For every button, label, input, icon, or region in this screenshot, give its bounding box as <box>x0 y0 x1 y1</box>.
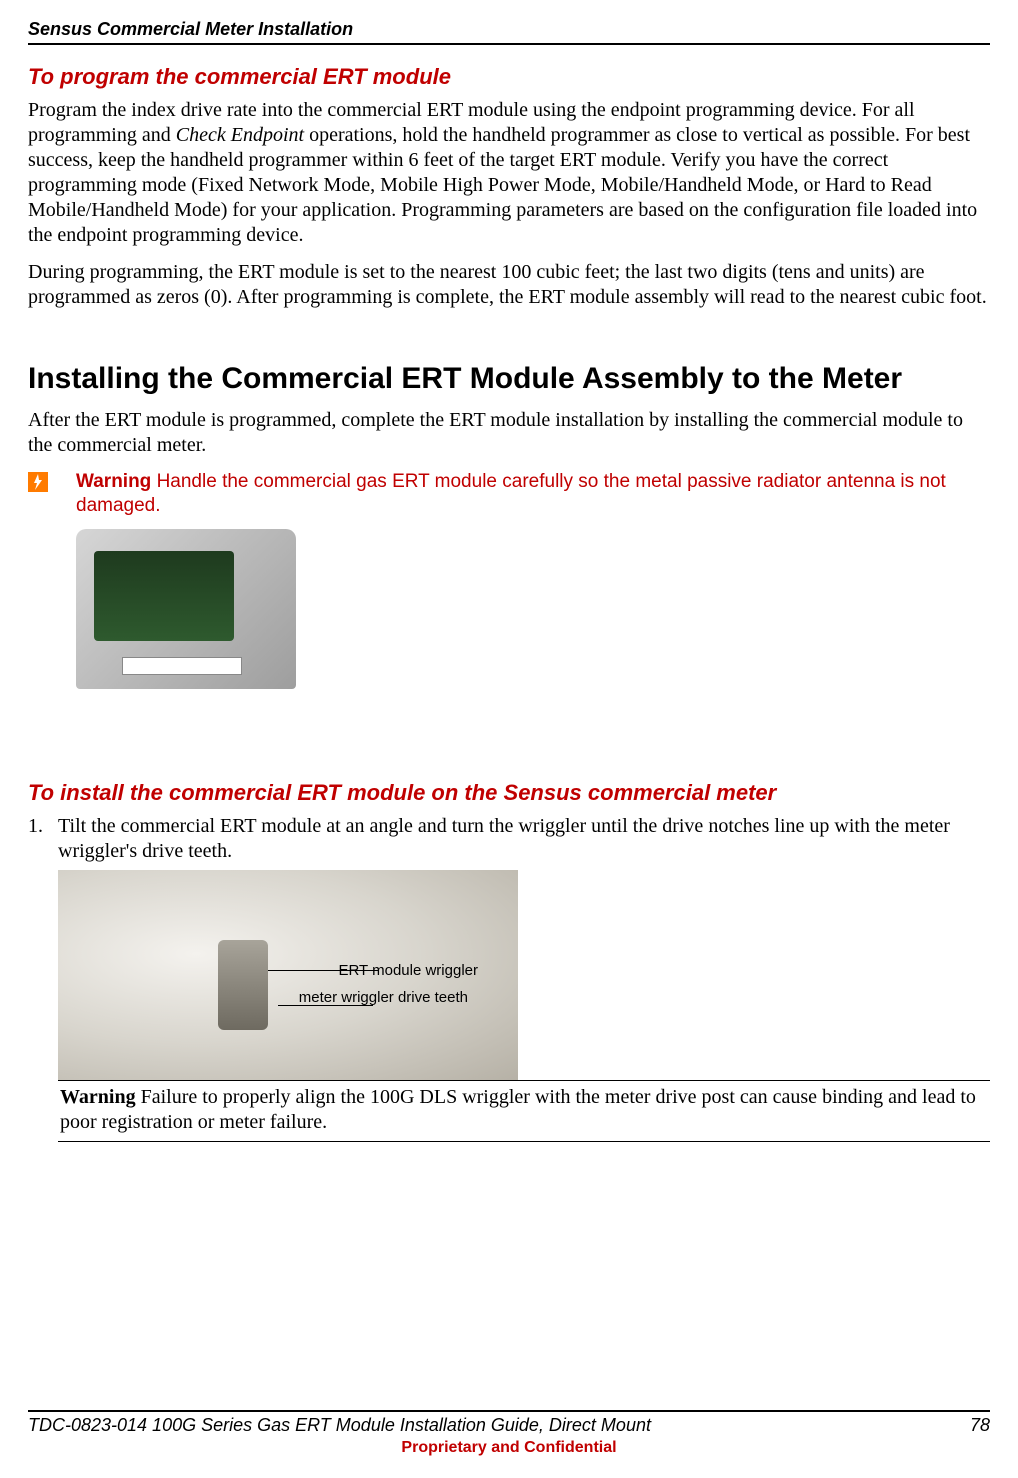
callout-ert-wriggler: ERT module wriggler <box>338 962 478 981</box>
warning-text: Warning Handle the commercial gas ERT mo… <box>76 470 990 519</box>
figure-wriggler-alignment: ERT module wriggler meter wriggler drive… <box>58 870 518 1080</box>
paragraph: After the ERT module is programmed, comp… <box>28 408 990 458</box>
warning-label: Warning <box>76 471 151 492</box>
page-header: Sensus Commercial Meter Installation <box>28 18 990 45</box>
figure-post-shape <box>218 940 268 1030</box>
inline-warning-text: Failure to properly align the 100G DLS w… <box>60 1086 976 1133</box>
footer-confidential: Proprietary and Confidential <box>28 1438 990 1458</box>
heading-installing: Installing the Commercial ERT Module Ass… <box>28 360 990 398</box>
section-title-program: To program the commercial ERT module <box>28 63 990 91</box>
inline-warning-label: Warning <box>60 1086 136 1108</box>
warning-icon <box>28 472 48 492</box>
list-text: Tilt the commercial ERT module at an ang… <box>58 814 990 864</box>
footer-doc-title: TDC-0823-014 100G Series Gas ERT Module … <box>28 1414 651 1437</box>
footer-page-number: 78 <box>970 1414 990 1437</box>
callout-drive-teeth: meter wriggler drive teeth <box>299 990 468 1007</box>
warning-body: Handle the commercial gas ERT module car… <box>76 471 946 517</box>
figure-label-strip <box>122 657 242 675</box>
inline-warning: Warning Failure to properly align the 10… <box>58 1080 990 1142</box>
figure-ert-module-housing <box>76 529 296 689</box>
paragraph: During programming, the ERT module is se… <box>28 260 990 310</box>
list-number: 1. <box>28 814 58 864</box>
warning-block: Warning Handle the commercial gas ERT mo… <box>28 470 990 519</box>
paragraph: Program the index drive rate into the co… <box>28 98 990 248</box>
page-footer: TDC-0823-014 100G Series Gas ERT Module … <box>28 1410 990 1459</box>
section-title-install: To install the commercial ERT module on … <box>28 779 990 807</box>
list-item: 1. Tilt the commercial ERT module at an … <box>28 814 990 864</box>
italic-term: Check Endpoint <box>176 124 304 146</box>
